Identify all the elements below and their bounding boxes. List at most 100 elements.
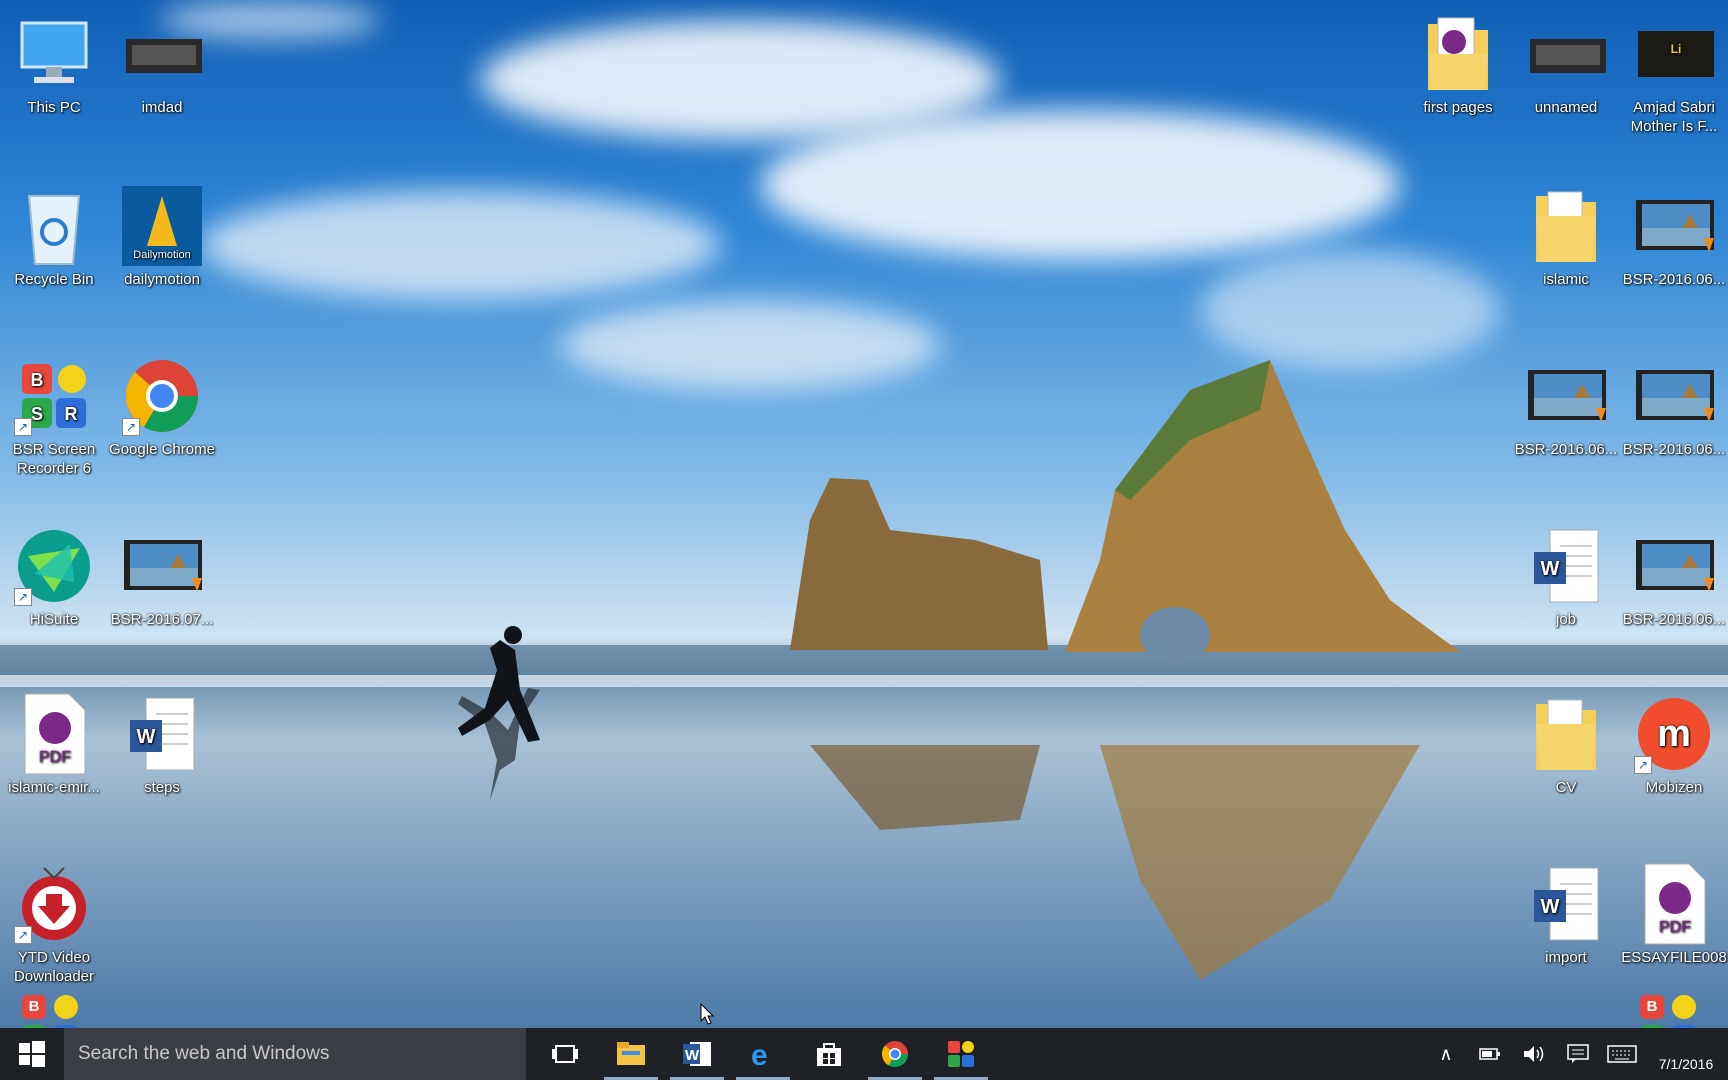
keyboard-icon	[1607, 1045, 1637, 1063]
bsr-button[interactable]	[928, 1028, 994, 1080]
desktop-icon[interactable]: m ↗ Mobizen	[1620, 694, 1728, 797]
svg-text:W: W	[685, 1047, 700, 1064]
desktop-icon-label: first pages	[1423, 99, 1493, 116]
desktop-icon-label: This PC	[27, 99, 81, 116]
chrome-button[interactable]	[862, 1028, 928, 1080]
desktop-icon-label: BSR-2016.06...	[1514, 441, 1618, 458]
desktop-icon[interactable]: Wjob	[1512, 526, 1620, 629]
chrome-icon: ↗	[122, 356, 202, 436]
image-thumbnail-icon	[122, 14, 202, 94]
svg-text:R: R	[65, 404, 78, 424]
ytd-icon: ↗	[14, 864, 94, 944]
desktop-icon-label: HiSuite	[29, 611, 79, 628]
bsr-tile-b: B	[22, 995, 46, 1019]
touch-keyboard-button[interactable]	[1600, 1028, 1644, 1080]
desktop-icon[interactable]: unnamed	[1512, 14, 1620, 117]
desktop-icon[interactable]: Wsteps	[108, 694, 216, 797]
desktop-icon[interactable]: ↗ Google Chrome	[108, 356, 216, 459]
word-button[interactable]: W	[664, 1028, 730, 1080]
store-icon	[817, 1043, 841, 1066]
speaker-icon	[1524, 1046, 1544, 1062]
video-file-icon	[1634, 356, 1714, 436]
shortcut-arrow-icon: ↗	[122, 418, 140, 436]
desktop-icon[interactable]: first pages	[1404, 14, 1512, 117]
svg-text:Li: Li	[1671, 42, 1682, 56]
word-doc-icon: W	[122, 694, 202, 774]
mouse-cursor	[700, 1002, 715, 1025]
desktop-icon[interactable]: islamic	[1512, 186, 1620, 289]
pdf-icon: PDF	[14, 693, 94, 775]
desktop-icon[interactable]: ↗ HiSuite	[0, 526, 108, 629]
search-box[interactable]: Search the web and Windows	[64, 1028, 526, 1080]
desktop-wallpaper	[0, 0, 1728, 1028]
edge-icon: e	[751, 1039, 768, 1069]
desktop-icon[interactable]: BSR-2016.06...	[1620, 526, 1728, 629]
desktop-icon-label: import	[1545, 949, 1587, 966]
system-tray: ∧ 7/1/2016	[1424, 1028, 1728, 1080]
desktop-icon[interactable]: Wimport	[1512, 864, 1620, 967]
shortcut-arrow-icon: ↗	[14, 926, 32, 944]
mobizen-icon: m ↗	[1634, 694, 1714, 774]
windows-logo-icon	[19, 1041, 45, 1067]
svg-text:W: W	[1541, 558, 1560, 580]
bsr-tile-b: B	[1640, 995, 1664, 1019]
start-button[interactable]	[0, 1028, 64, 1080]
volume-button[interactable]	[1512, 1028, 1556, 1080]
shortcut-arrow-icon: ↗	[1634, 756, 1652, 774]
shortcut-arrow-icon: ↗	[14, 418, 32, 436]
svg-text:m: m	[1657, 713, 1691, 755]
show-hidden-icons-button[interactable]: ∧	[1424, 1028, 1468, 1080]
desktop-icon[interactable]: Recycle Bin	[0, 186, 108, 289]
desktop-icon-label: imdad	[141, 99, 183, 116]
desktop-icon[interactable]: ↗ YTD Video Downloader	[0, 864, 108, 986]
desktop-icon[interactable]: PDF ESSAYFILE008	[1620, 863, 1728, 967]
search-placeholder: Search the web and Windows	[78, 1043, 330, 1064]
folder-icon	[1526, 694, 1606, 774]
desktop-icon[interactable]: imdad	[108, 14, 216, 117]
desktop-icon-label: BSR-2016.06...	[1622, 271, 1726, 288]
svg-text:S: S	[31, 404, 43, 424]
battery-button[interactable]	[1468, 1028, 1512, 1080]
battery-icon	[1479, 1048, 1500, 1060]
desktop-icon[interactable]: PDF islamic-emir...	[0, 693, 108, 797]
image-thumbnail-icon	[1526, 14, 1606, 94]
monitor-icon	[14, 14, 94, 94]
desktop-icon[interactable]: BSR-2016.06...	[1620, 356, 1728, 459]
sea-stacks	[0, 360, 1728, 980]
svg-text:W: W	[137, 726, 156, 748]
edge-button[interactable]: e	[730, 1028, 796, 1080]
svg-text:Dailymotion: Dailymotion	[133, 249, 190, 261]
word-doc-icon: W	[1526, 864, 1606, 944]
video-file-icon	[1634, 526, 1714, 606]
desktop-icon-label: dailymotion	[124, 271, 200, 288]
svg-text:PDF: PDF	[39, 749, 71, 766]
action-center-button[interactable]	[1556, 1028, 1600, 1080]
svg-text:W: W	[1541, 896, 1560, 918]
desktop-icon-label: job	[1555, 611, 1577, 628]
desktop-icon[interactable]: B S R ↗ BSR Screen Recorder 6	[0, 356, 108, 478]
bsr-icon: B S R ↗	[14, 356, 94, 436]
video-file-icon	[122, 526, 202, 606]
clock-date[interactable]: 7/1/2016	[1644, 1036, 1728, 1072]
file-explorer-icon	[617, 1042, 645, 1065]
desktop-icon-label: CV	[1555, 779, 1577, 796]
desktop-icon[interactable]: This PC	[0, 14, 108, 117]
desktop-icon[interactable]: BSR-2016.06...	[1512, 356, 1620, 459]
desktop-icon-label: BSR-2016.06...	[1622, 441, 1726, 458]
desktop-icon[interactable]: CV	[1512, 694, 1620, 797]
pdf-icon: PDF	[1634, 863, 1714, 945]
task-view-button[interactable]	[532, 1028, 598, 1080]
desktop-icon[interactable]: Dailymotion dailymotion	[108, 186, 216, 289]
desktop-icon[interactable]: BSR-2016.06...	[1620, 186, 1728, 289]
desktop-icon-label: BSR-2016.06...	[1622, 611, 1726, 628]
video-file-icon	[1634, 186, 1714, 266]
store-button[interactable]	[796, 1028, 862, 1080]
svg-text:PDF: PDF	[1659, 919, 1691, 936]
file-explorer-button[interactable]	[598, 1028, 664, 1080]
desktop-icon-label: Recycle Bin	[14, 271, 94, 288]
desktop-icon[interactable]: BSR-2016.07...	[108, 526, 216, 629]
desktop-icon-label: Google Chrome	[109, 441, 215, 458]
shortcut-arrow-icon: ↗	[14, 588, 32, 606]
desktop-icon[interactable]: Li Amjad Sabri Mother Is F...	[1620, 14, 1728, 136]
video-file-icon	[1526, 356, 1606, 436]
